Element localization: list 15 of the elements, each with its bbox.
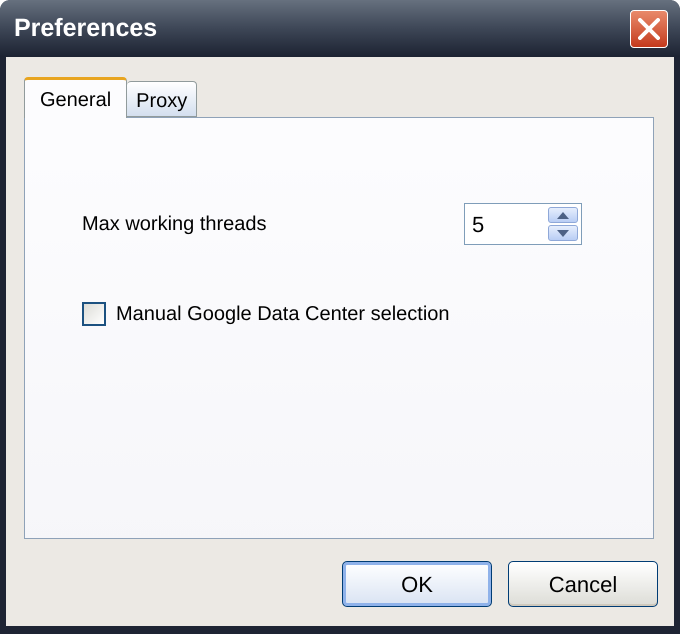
spin-up-button[interactable] [548, 207, 578, 223]
dialog-button[interactable]: Cancel [508, 561, 658, 607]
close-button[interactable] [630, 10, 668, 48]
caret-down-icon [557, 230, 569, 236]
spin-down-button[interactable] [548, 225, 578, 241]
window-title: Preferences [14, 12, 158, 44]
checkbox-label[interactable]: Manual Google Data Center selection [116, 299, 450, 329]
setting-label: Max working threads [82, 212, 267, 237]
tab[interactable]: Proxy [127, 81, 198, 117]
tab[interactable]: General [24, 77, 128, 118]
spin-field[interactable]: 5 [464, 203, 582, 245]
dialog-button[interactable]: OK [342, 561, 492, 607]
caret-up-icon [557, 212, 569, 218]
close-icon [638, 18, 660, 40]
checkbox[interactable] [82, 302, 106, 326]
